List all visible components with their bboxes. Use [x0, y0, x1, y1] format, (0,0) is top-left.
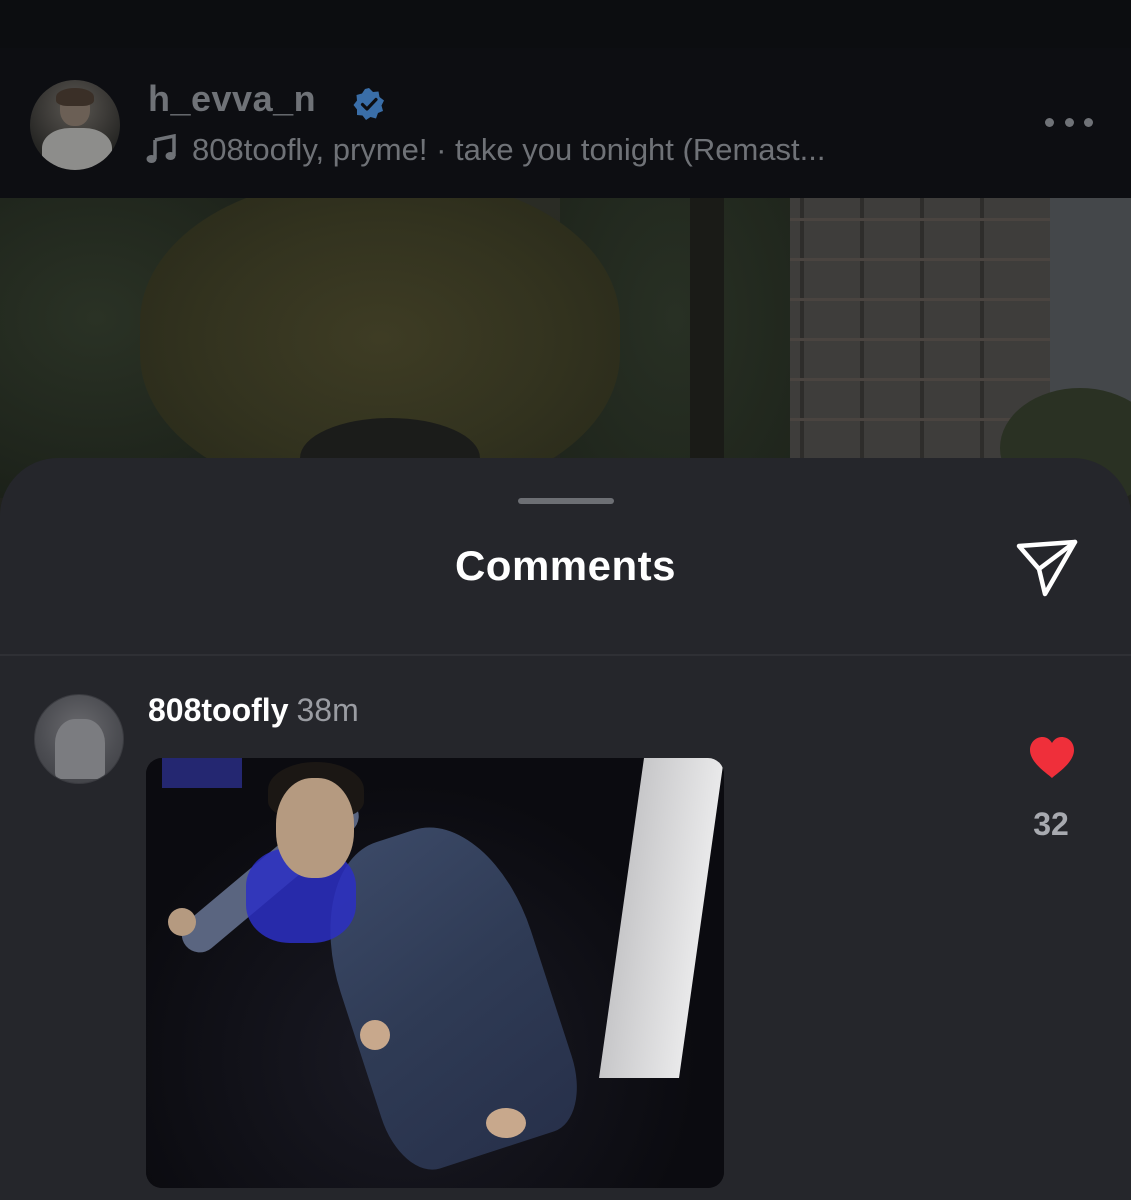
comment-timestamp: 38m — [296, 692, 359, 728]
comment-gif[interactable] — [146, 758, 724, 1188]
commenter-username[interactable]: 808toofly — [148, 692, 288, 728]
post-author-avatar[interactable] — [30, 80, 120, 170]
post-header: h_evva_n 808toofly, pryme! · take you to… — [0, 48, 1131, 198]
commenter-avatar[interactable] — [34, 694, 124, 784]
post-author-username[interactable]: h_evva_n — [148, 78, 316, 120]
post-music-row[interactable]: 808toofly, pryme! · take you tonight (Re… — [146, 132, 826, 168]
comment-item: 808toofly 38m 32 — [0, 656, 1131, 1200]
heart-icon[interactable] — [1028, 736, 1076, 780]
comment-meta: 808toofly 38m — [148, 692, 359, 729]
music-note-icon — [146, 134, 176, 163]
like-count: 32 — [1033, 806, 1069, 842]
post-music-text: 808toofly, pryme! · take you tonight (Re… — [192, 132, 826, 167]
paper-plane-icon[interactable] — [1014, 538, 1080, 598]
verified-badge-icon — [353, 88, 384, 120]
more-options-icon[interactable] — [1045, 110, 1093, 134]
comments-sheet: Comments 808toofly 38m 32 — [0, 458, 1131, 1200]
screen: h_evva_n 808toofly, pryme! · take you to… — [0, 0, 1131, 1200]
sheet-title: Comments — [454, 542, 677, 589]
sheet-grab-handle[interactable] — [518, 498, 614, 504]
